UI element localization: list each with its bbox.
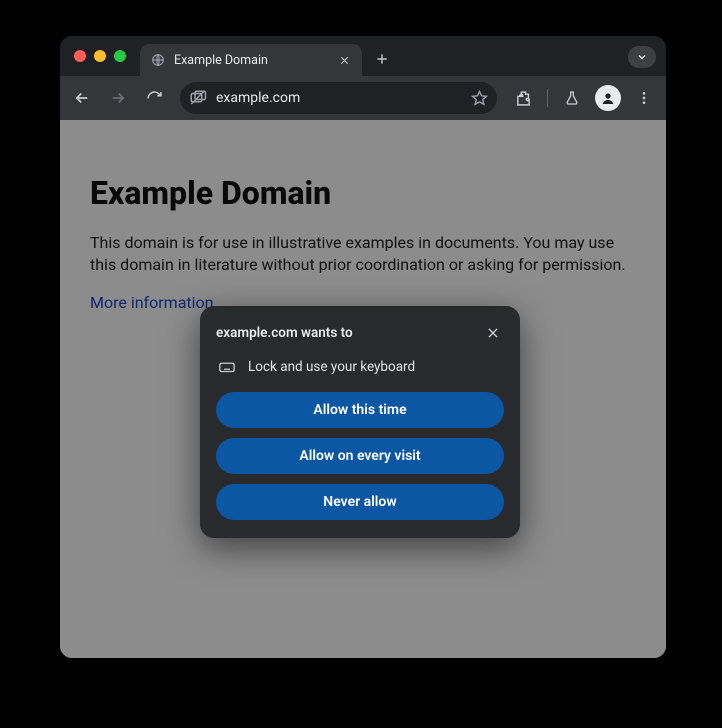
tab-title: Example Domain	[174, 53, 328, 68]
permission-request-text: Lock and use your keyboard	[248, 359, 415, 375]
address-bar[interactable]: example.com	[180, 82, 497, 114]
menu-button[interactable]	[628, 82, 660, 114]
back-button[interactable]	[66, 82, 98, 114]
window-controls	[74, 50, 126, 62]
new-tab-button[interactable]	[368, 45, 396, 73]
site-info-icon[interactable]	[188, 88, 208, 108]
tabs-dropdown-button[interactable]	[628, 46, 656, 68]
profile-button[interactable]	[592, 82, 624, 114]
permission-dialog-close-button[interactable]	[482, 322, 504, 344]
toolbar: example.com	[60, 76, 666, 120]
toolbar-divider	[547, 89, 548, 107]
labs-button[interactable]	[556, 82, 588, 114]
tab-close-button[interactable]	[336, 52, 352, 68]
permission-request-row: Lock and use your keyboard	[218, 358, 504, 376]
globe-icon	[150, 52, 166, 68]
window-zoom-button[interactable]	[114, 50, 126, 62]
titlebar: Example Domain	[60, 36, 666, 76]
url-text: example.com	[216, 90, 461, 106]
bookmark-star-icon[interactable]	[469, 88, 489, 108]
allow-every-visit-button[interactable]: Allow on every visit	[216, 438, 504, 474]
forward-button[interactable]	[102, 82, 134, 114]
never-allow-button[interactable]: Never allow	[216, 484, 504, 520]
window-minimize-button[interactable]	[94, 50, 106, 62]
extensions-button[interactable]	[507, 82, 539, 114]
content-area: Example Domain This domain is for use in…	[60, 120, 666, 658]
reload-button[interactable]	[138, 82, 170, 114]
permission-dialog-title: example.com wants to	[216, 325, 353, 341]
avatar-icon	[595, 85, 621, 111]
window-close-button[interactable]	[74, 50, 86, 62]
permission-dialog: example.com wants to Lock and use your k…	[200, 306, 520, 538]
browser-tab[interactable]: Example Domain	[140, 44, 362, 76]
keyboard-icon	[218, 358, 236, 376]
allow-this-time-button[interactable]: Allow this time	[216, 392, 504, 428]
browser-window: Example Domain	[60, 36, 666, 658]
